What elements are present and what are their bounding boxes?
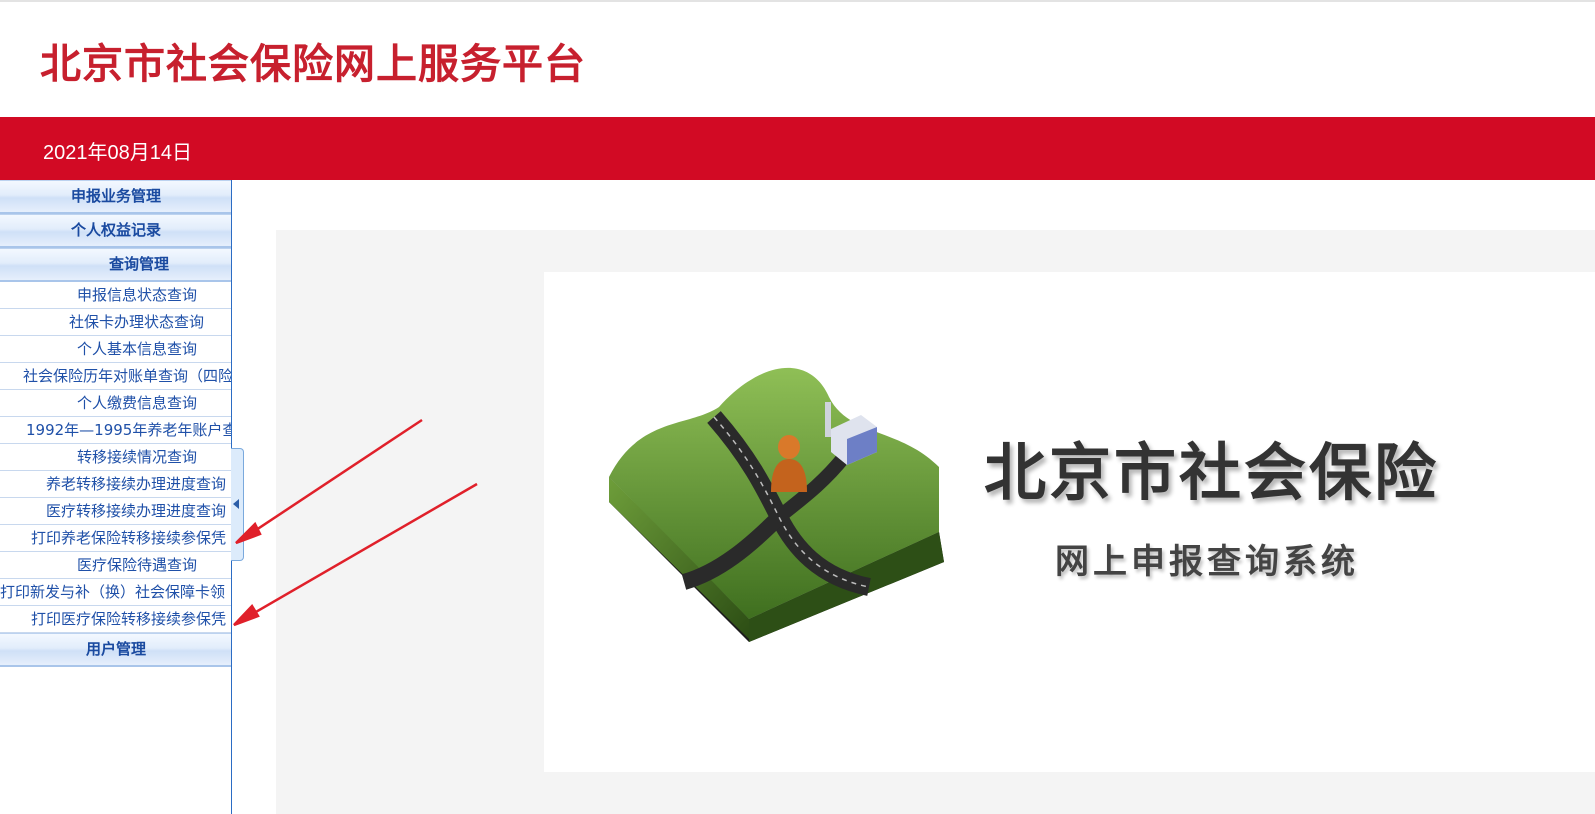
- menu-item-print-medical-certificate[interactable]: 打印医疗保险转移接续参保凭: [0, 606, 231, 633]
- menu-section-query[interactable]: 查询管理: [0, 248, 231, 282]
- menu-item-label: 打印医疗保险转移接续参保凭: [31, 610, 227, 628]
- menu-item-label: 个人缴费信息查询: [77, 394, 198, 412]
- menu-item-declaration-status[interactable]: 申报信息状态查询: [0, 282, 231, 309]
- site-title: 北京市社会保险网上服务平台: [40, 40, 586, 88]
- menu-item-label: 1992年—1995年养老年账户查: [26, 421, 232, 439]
- main-content: 北京市社会保险 网上申报查询系统: [244, 180, 1595, 814]
- menu-item-pension-account-1992[interactable]: 1992年—1995年养老年账户查: [0, 417, 232, 444]
- menu-item-medical-benefits[interactable]: 医疗保险待遇查询: [0, 552, 231, 579]
- date-bar: 2021年08月14日: [0, 117, 1595, 180]
- menu-item-label: 个人基本信息查询: [77, 340, 198, 358]
- content-panel: 北京市社会保险 网上申报查询系统: [276, 230, 1595, 814]
- menu-item-label: 医疗转移接续办理进度查询: [46, 502, 227, 520]
- header: 北京市社会保险网上服务平台: [0, 2, 1595, 117]
- map-landscape-logo: [609, 367, 944, 642]
- menu-item-label: 社保卡办理状态查询: [69, 313, 205, 331]
- menu-section-personal-rights[interactable]: 个人权益记录: [0, 214, 231, 248]
- menu-item-print-card-receipt[interactable]: 打印新发与补（换）社会保障卡领: [0, 579, 231, 606]
- sidebar-collapse-toggle[interactable]: [231, 448, 244, 561]
- menu-item-pension-transfer-progress[interactable]: 养老转移接续办理进度查询: [0, 471, 231, 498]
- brand-title: 北京市社会保险: [984, 436, 1440, 509]
- menu-item-label: 转移接续情况查询: [77, 448, 198, 466]
- menu-item-label: 社会保险历年对账单查询（四险: [23, 367, 232, 385]
- menu-item-payment-info[interactable]: 个人缴费信息查询: [0, 390, 231, 417]
- menu-item-transfer-status[interactable]: 转移接续情况查询: [0, 444, 231, 471]
- welcome-banner: 北京市社会保险 网上申报查询系统: [544, 272, 1595, 772]
- menu-item-label: 养老转移接续办理进度查询: [46, 475, 227, 493]
- menu-item-label: 医疗保险待遇查询: [77, 556, 198, 574]
- collapse-left-icon: [233, 499, 239, 509]
- sidebar-menu: 申报业务管理 个人权益记录 查询管理 申报信息状态查询 社保卡办理状态查询 个人…: [0, 180, 232, 814]
- menu-section-user-management[interactable]: 用户管理: [0, 633, 231, 667]
- menu-item-card-status[interactable]: 社保卡办理状态查询: [0, 309, 231, 336]
- menu-item-medical-transfer-progress[interactable]: 医疗转移接续办理进度查询: [0, 498, 231, 525]
- menu-item-label: 申报信息状态查询: [77, 286, 198, 304]
- brand-subtitle: 网上申报查询系统: [1055, 542, 1359, 582]
- menu-item-label: 打印新发与补（换）社会保障卡领: [0, 583, 226, 601]
- menu-item-label: 打印养老保险转移接续参保凭: [31, 529, 227, 547]
- menu-item-print-pension-certificate[interactable]: 打印养老保险转移接续参保凭: [0, 525, 231, 552]
- current-date: 2021年08月14日: [43, 142, 192, 164]
- menu-section-declaration[interactable]: 申报业务管理: [0, 180, 231, 214]
- menu-item-basic-info[interactable]: 个人基本信息查询: [0, 336, 231, 363]
- menu-item-annual-statement[interactable]: 社会保险历年对账单查询（四险: [0, 363, 232, 390]
